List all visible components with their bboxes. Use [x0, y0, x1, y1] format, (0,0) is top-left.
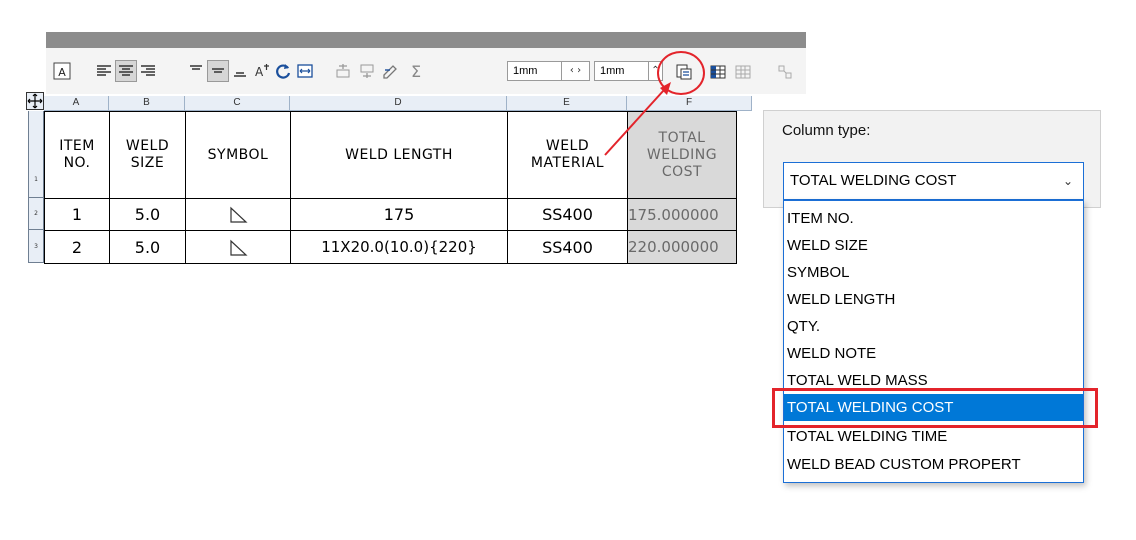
rotate-text-icon[interactable]: [273, 60, 293, 82]
column-header-c[interactable]: C: [185, 96, 290, 111]
cell-weld-material[interactable]: SS400: [507, 230, 628, 264]
cell-weld-length[interactable]: 175: [290, 198, 508, 231]
split-table-icon[interactable]: [774, 61, 796, 83]
cell-weld-size[interactable]: 5.0: [109, 230, 186, 264]
insert-row-above-icon[interactable]: [333, 61, 353, 81]
horizontal-spacing-input[interactable]: 1mm: [507, 61, 562, 81]
cell-weld-material[interactable]: SS400: [507, 198, 628, 231]
cell-item-no[interactable]: 1: [44, 198, 110, 231]
option-qty[interactable]: QTY.: [784, 313, 1083, 340]
edit-cell-icon[interactable]: [381, 61, 401, 81]
column-type-selected-value: TOTAL WELDING COST: [790, 172, 957, 189]
align-top-icon[interactable]: [186, 61, 206, 81]
chevron-down-icon: ⌄: [1062, 174, 1073, 188]
column-type-label: Column type:: [782, 122, 871, 139]
weld-table: ITEM NO. WELD SIZE SYMBOL WELD LENGTH WELD…: [44, 111, 737, 264]
header-total-welding-cost[interactable]: TOTAL WELDING COST: [627, 111, 737, 199]
vertical-spacing-input[interactable]: 1mm: [594, 61, 649, 81]
header-weld-size[interactable]: WELD SIZE: [109, 111, 186, 199]
column-header-b[interactable]: B: [109, 96, 185, 111]
sum-icon[interactable]: Σ: [406, 60, 426, 82]
fillet-weld-symbol-icon: [230, 206, 248, 223]
option-symbol[interactable]: SYMBOL: [784, 259, 1083, 286]
align-center-icon[interactable]: [115, 60, 137, 82]
row-header-2[interactable]: 2: [28, 198, 44, 230]
align-right-icon[interactable]: [138, 61, 158, 81]
cell-weld-size[interactable]: 5.0: [109, 198, 186, 231]
align-left-icon[interactable]: [94, 61, 114, 81]
text-style-icon[interactable]: A: [252, 61, 272, 81]
toolbar-titlebar: [46, 32, 806, 48]
table-row: 1 5.0 175 SS400 175.000000: [44, 198, 737, 231]
row-header-3[interactable]: 3: [28, 230, 44, 263]
align-middle-icon[interactable]: [207, 60, 229, 82]
column-header-f[interactable]: F: [627, 96, 752, 111]
cell-total-welding-cost[interactable]: 220.000000: [627, 230, 737, 264]
table-grid-icon[interactable]: [732, 61, 754, 83]
table-row: 2 5.0 11X20.0(10.0){220} SS400 220.00000…: [44, 230, 737, 264]
table-move-handle-icon[interactable]: [26, 92, 44, 110]
header-weld-length[interactable]: WELD LENGTH: [290, 111, 508, 199]
column-properties-highlight: [657, 51, 705, 95]
cell-symbol[interactable]: [185, 198, 291, 231]
header-weld-material[interactable]: WELD MATERIAL: [507, 111, 628, 199]
header-layout-icon[interactable]: [707, 61, 729, 83]
fit-text-icon[interactable]: [295, 61, 315, 81]
svg-text:A: A: [58, 66, 66, 79]
header-item-no[interactable]: ITEM NO.: [44, 111, 110, 199]
column-type-select[interactable]: TOTAL WELDING COST ⌄: [783, 162, 1084, 200]
fillet-weld-symbol-icon: [230, 239, 248, 256]
cell-symbol[interactable]: [185, 230, 291, 264]
selected-option-highlight: [772, 388, 1098, 428]
cell-total-welding-cost[interactable]: 175.000000: [627, 198, 737, 231]
header-symbol[interactable]: SYMBOL: [185, 111, 291, 199]
option-weld-note[interactable]: WELD NOTE: [784, 340, 1083, 367]
horizontal-spacing-spinner[interactable]: ‹ ›: [562, 61, 590, 81]
option-weld-length[interactable]: WELD LENGTH: [784, 286, 1083, 313]
row-header-1[interactable]: 1: [28, 111, 44, 198]
align-bottom-icon[interactable]: [230, 61, 250, 81]
column-header-e[interactable]: E: [507, 96, 627, 111]
text-format-icon[interactable]: A: [52, 61, 72, 81]
column-header-d[interactable]: D: [290, 96, 507, 111]
column-header-a[interactable]: A: [44, 96, 109, 111]
option-weld-bead-custom-property[interactable]: WELD BEAD CUSTOM PROPERT: [784, 451, 1083, 478]
option-weld-size[interactable]: WELD SIZE: [784, 232, 1083, 259]
option-item-no[interactable]: ITEM NO.: [784, 205, 1083, 232]
cell-weld-length[interactable]: 11X20.0(10.0){220}: [290, 230, 508, 264]
svg-text:A: A: [255, 65, 264, 79]
cell-item-no[interactable]: 2: [44, 230, 110, 264]
insert-row-below-icon[interactable]: [357, 61, 377, 81]
